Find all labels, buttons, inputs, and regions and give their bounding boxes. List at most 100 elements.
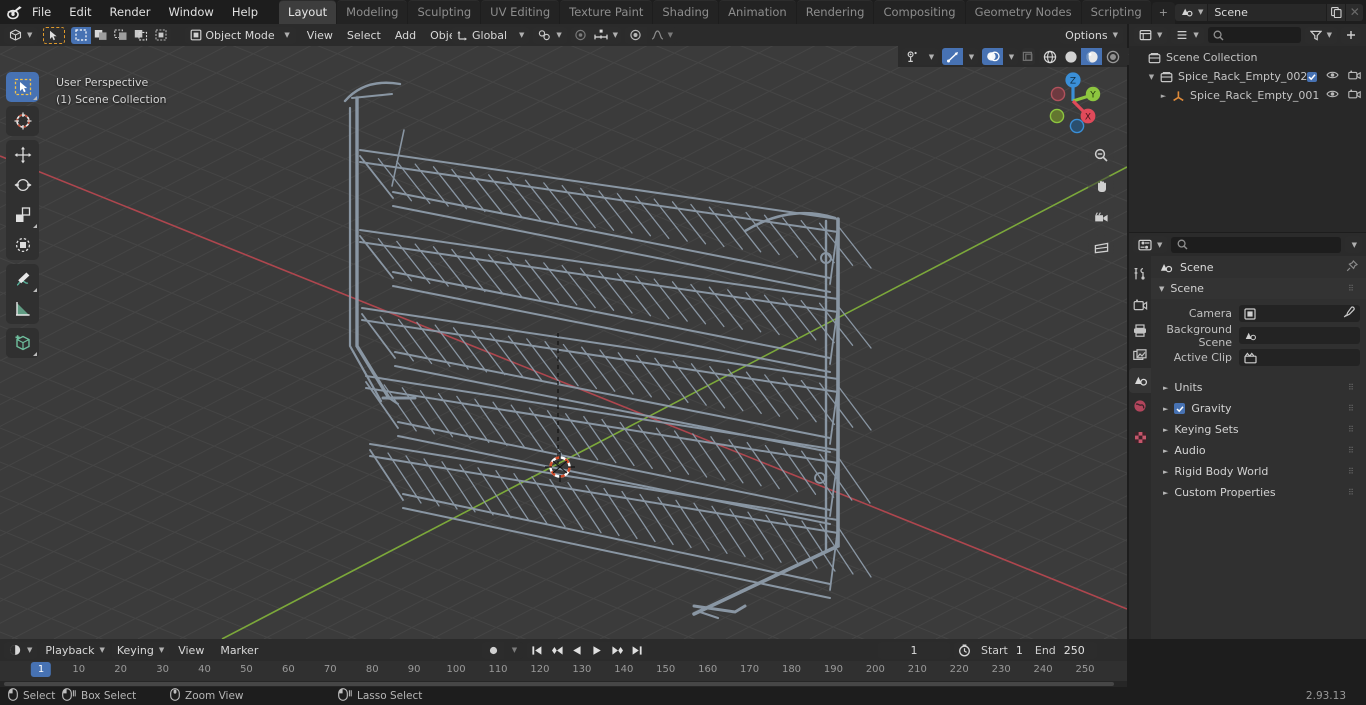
menu-help[interactable]: Help xyxy=(223,2,267,22)
scene-selector[interactable]: ▼ Scene ✕ xyxy=(1174,3,1364,21)
hand-move-icon[interactable] xyxy=(1088,173,1114,199)
tab-render[interactable] xyxy=(1129,293,1151,318)
add-workspace-button[interactable]: + xyxy=(1151,2,1175,24)
subtract-select-icon[interactable] xyxy=(111,26,132,44)
playhead[interactable]: 1 xyxy=(30,662,52,677)
panel-enable-checkbox[interactable] xyxy=(1174,403,1186,414)
timeline-menu-keying[interactable]: Keying ▼ xyxy=(111,641,170,659)
show-object-types-group[interactable]: ▼ xyxy=(902,48,938,65)
workspace-tab-layout[interactable]: Layout xyxy=(279,0,337,24)
chevron-right-icon[interactable]: ► xyxy=(1163,426,1168,434)
measure-tool-button[interactable] xyxy=(6,294,39,324)
cursor-tool-button[interactable] xyxy=(43,26,66,44)
outliner-row[interactable]: Scene Collection xyxy=(1129,48,1366,67)
active-clip-field[interactable] xyxy=(1239,349,1360,366)
zoom-icon[interactable] xyxy=(1088,142,1114,168)
panel-header-units[interactable]: ► Units ⠿ xyxy=(1151,377,1366,398)
jump-end-icon[interactable] xyxy=(627,641,647,659)
hide-in-viewport-eye-icon[interactable] xyxy=(1326,89,1339,102)
shading-material-preview-icon[interactable] xyxy=(1081,48,1102,65)
timeline-menu-marker[interactable]: Marker xyxy=(213,642,265,659)
overlays-icon[interactable] xyxy=(982,48,1003,65)
next-keyframe-icon[interactable] xyxy=(607,641,627,659)
gizmo-chevron-icon[interactable]: ▼ xyxy=(963,48,978,65)
workspace-tab-modeling[interactable]: Modeling xyxy=(337,0,408,24)
scene-unlink-icon[interactable]: ✕ xyxy=(1345,3,1364,21)
options-button[interactable]: Options ▼ xyxy=(1060,26,1123,44)
hide-in-viewport-eye-icon[interactable] xyxy=(1326,70,1339,83)
xray-icon[interactable] xyxy=(1022,48,1035,65)
jump-start-icon[interactable] xyxy=(527,641,547,659)
scene-browse-icon[interactable]: ▼ xyxy=(1174,3,1209,21)
outliner-search-input[interactable] xyxy=(1207,27,1301,43)
workspace-tab-texture-paint[interactable]: Texture Paint xyxy=(560,0,653,24)
ortho-persp-icon[interactable] xyxy=(1088,235,1114,261)
outliner-tree[interactable]: Scene Collection ▼ Spice_Rack_Empty_002 ► Sp… xyxy=(1129,46,1366,232)
workspace-tab-compositing[interactable]: Compositing xyxy=(874,0,965,24)
disable-in-render-camera-icon[interactable] xyxy=(1348,89,1361,102)
properties-search-input[interactable] xyxy=(1171,236,1341,253)
play-icon[interactable] xyxy=(587,641,607,659)
proportional-edit-icon[interactable] xyxy=(570,26,591,44)
chevron-right-icon[interactable]: ► xyxy=(1163,384,1168,392)
shading-wireframe-icon[interactable] xyxy=(1039,48,1060,65)
start-frame-value[interactable]: 1 xyxy=(1016,644,1031,657)
tweak-tool-button[interactable] xyxy=(6,72,39,102)
rotate-tool-button[interactable] xyxy=(6,170,39,200)
timeline-menu-view[interactable]: View xyxy=(171,642,211,659)
workspace-tab-animation[interactable]: Animation xyxy=(719,0,796,24)
gizmo-group[interactable]: ▼ xyxy=(942,48,978,65)
editor-type-3dview-icon[interactable]: ▼ xyxy=(4,26,38,44)
scene-name-field[interactable]: Scene xyxy=(1208,3,1327,21)
current-frame-input[interactable]: 1 xyxy=(878,641,950,659)
panel-header-audio[interactable]: ► Audio ⠿ xyxy=(1151,440,1366,461)
spice-rack-model[interactable] xyxy=(0,46,1127,639)
object-mode-selector[interactable]: Object Mode ▼ xyxy=(185,26,296,44)
panel-header-rigid-body-world[interactable]: ► Rigid Body World ⠿ xyxy=(1151,461,1366,482)
move-tool-button[interactable] xyxy=(6,140,39,170)
menu-edit[interactable]: Edit xyxy=(60,2,100,22)
panel-header-keying-sets[interactable]: ► Keying Sets ⠿ xyxy=(1151,419,1366,440)
panel-header-scene[interactable]: ▼ Scene ⠿ xyxy=(1151,278,1366,299)
extend-select-icon[interactable] xyxy=(91,26,112,44)
proportional-edit-group[interactable]: ▼ xyxy=(570,26,621,44)
cursor-tool-button-left[interactable] xyxy=(6,106,39,136)
chevron-right-icon[interactable]: ► xyxy=(1163,489,1168,497)
record-dot-icon[interactable] xyxy=(482,641,504,659)
frame-range-controls[interactable]: Start 1 End 250 xyxy=(954,641,1097,659)
timeline-scrollbar-thumb[interactable] xyxy=(4,682,1114,686)
tab-scene[interactable] xyxy=(1129,368,1151,393)
shading-mode-group[interactable]: ▼ xyxy=(1039,48,1138,65)
invert-select-icon[interactable] xyxy=(131,26,152,44)
auto-keying-chevron-icon[interactable]: ▼ xyxy=(504,641,523,659)
camera-view-icon[interactable] xyxy=(1088,204,1114,230)
snap-dropdown[interactable]: ▼ xyxy=(533,26,567,44)
pin-icon[interactable] xyxy=(1346,259,1359,275)
viewport-menu-select[interactable]: Select xyxy=(340,27,388,44)
tab-world[interactable] xyxy=(1129,393,1151,418)
blender-logo-icon[interactable] xyxy=(6,1,23,23)
auto-keying-group[interactable]: ▼ xyxy=(482,641,523,659)
properties-editor-type-icon[interactable]: ▼ xyxy=(1133,236,1168,253)
outliner-editor-type-icon[interactable]: ▼ xyxy=(1134,26,1168,44)
end-frame-value[interactable]: 250 xyxy=(1064,644,1093,657)
camera-field[interactable] xyxy=(1239,305,1360,322)
viewport-menu-add[interactable]: Add xyxy=(388,27,423,44)
workspace-tab-sculpting[interactable]: Sculpting xyxy=(408,0,481,24)
scale-tool-button[interactable] xyxy=(6,200,39,230)
chevron-right-icon[interactable]: ► xyxy=(1163,447,1168,455)
add-cube-tool-button[interactable] xyxy=(6,328,39,358)
outliner-new-collection-icon[interactable] xyxy=(1341,26,1361,44)
gizmo-icon[interactable] xyxy=(942,48,963,65)
timeline-editor-type-icon[interactable]: ▼ xyxy=(4,641,38,659)
exclude-collection-checkbox[interactable] xyxy=(1307,71,1317,82)
shading-rendered-icon[interactable] xyxy=(1102,48,1123,65)
outliner-filter-icon[interactable]: ▼ xyxy=(1304,26,1337,44)
proportional-falloff-toggle-icon[interactable] xyxy=(624,26,647,44)
chevron-down-icon[interactable]: ▼ xyxy=(1145,73,1158,81)
background-scene-field[interactable] xyxy=(1239,327,1360,344)
prev-keyframe-icon[interactable] xyxy=(547,641,567,659)
panel-header-custom-properties[interactable]: ► Custom Properties ⠿ xyxy=(1151,482,1366,503)
viewport-menu-view[interactable]: View xyxy=(300,27,340,44)
menu-file[interactable]: File xyxy=(23,2,60,22)
